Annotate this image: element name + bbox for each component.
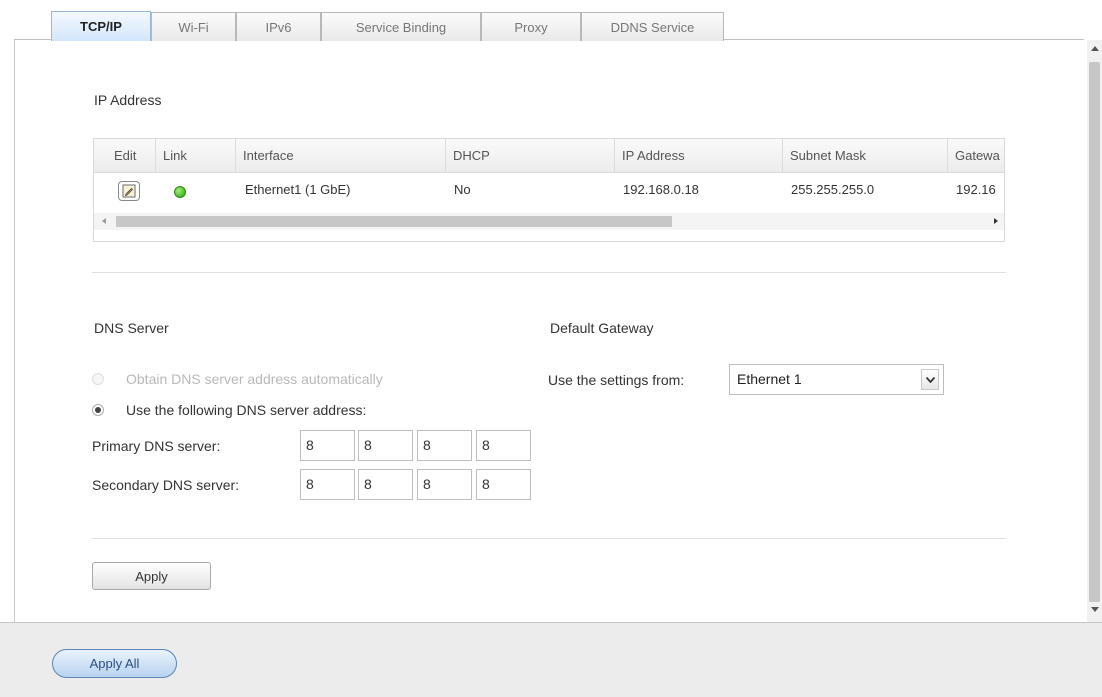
content-frame <box>14 0 1084 622</box>
dns-server-heading: DNS Server <box>94 320 169 336</box>
dns-auto-option: Obtain DNS server address automatically <box>92 371 383 387</box>
gateway-select-value: Ethernet 1 <box>737 371 802 387</box>
primary-dns-octet-4[interactable]: 8 <box>476 430 531 461</box>
ip-address-table: Edit Link Interface DHCP IP Address Subn… <box>93 138 1005 242</box>
link-status-icon <box>174 186 186 198</box>
column-header-edit: Edit <box>114 148 137 163</box>
tab-label: TCP/IP <box>80 19 122 34</box>
tab-label: Wi-Fi <box>178 19 209 35</box>
edit-button[interactable] <box>118 181 140 201</box>
tab-ddns-service[interactable]: DDNS Service <box>581 12 724 41</box>
dns-manual-label: Use the following DNS server address: <box>126 402 367 418</box>
primary-dns-octet-2[interactable]: 8 <box>358 430 413 461</box>
tab-bar: TCP/IP Wi-Fi IPv6 Service Binding Proxy … <box>14 0 1084 41</box>
scrollbar-thumb[interactable] <box>1089 62 1100 602</box>
dns-auto-label: Obtain DNS server address automatically <box>126 371 383 387</box>
use-settings-label: Use the settings from: <box>548 372 685 388</box>
secondary-dns-label: Secondary DNS server: <box>92 477 240 493</box>
gateway-interface-select[interactable]: Ethernet 1 <box>729 364 944 395</box>
tab-label: IPv6 <box>265 19 292 35</box>
tab-ipv6[interactable]: IPv6 <box>236 12 321 41</box>
tab-proxy[interactable]: Proxy <box>481 12 581 41</box>
tab-label: Service Binding <box>355 19 447 35</box>
tab-wifi[interactable]: Wi-Fi <box>151 12 236 41</box>
secondary-dns-octet-1[interactable]: 8 <box>300 469 355 500</box>
secondary-dns-octet-3[interactable]: 8 <box>417 469 472 500</box>
secondary-dns-octet-4[interactable]: 8 <box>476 469 531 500</box>
column-header-gateway: Gatewa <box>947 139 1000 173</box>
secondary-dns-octet-2[interactable]: 8 <box>358 469 413 500</box>
column-header-link: Link <box>155 139 187 173</box>
scroll-left-icon[interactable] <box>102 218 106 224</box>
section-divider <box>92 272 1006 273</box>
apply-all-button[interactable]: Apply All <box>52 649 177 678</box>
column-header-interface: Interface <box>235 139 294 173</box>
default-gateway-heading: Default Gateway <box>550 320 654 336</box>
dns-manual-option[interactable]: Use the following DNS server address: <box>92 402 366 418</box>
primary-dns-label: Primary DNS server: <box>92 438 221 454</box>
dns-auto-radio <box>92 373 104 385</box>
tab-label: Proxy <box>514 19 548 35</box>
primary-dns-octet-3[interactable]: 8 <box>417 430 472 461</box>
primary-dns-octet-1[interactable]: 8 <box>300 430 355 461</box>
section-divider <box>92 538 1006 539</box>
cell-gateway: 192.16 <box>956 182 996 197</box>
ip-address-heading: IP Address <box>94 92 162 108</box>
cell-ip-address: 192.168.0.18 <box>623 182 699 197</box>
column-header-subnet-mask: Subnet Mask <box>782 139 866 173</box>
cell-subnet-mask: 255.255.255.0 <box>791 182 875 197</box>
cell-dhcp: No <box>454 182 471 197</box>
pencil-icon <box>122 184 136 198</box>
horizontal-scrollbar[interactable] <box>94 213 1004 230</box>
scroll-down-icon[interactable] <box>1091 607 1099 612</box>
apply-button[interactable]: Apply <box>92 562 211 590</box>
dns-manual-radio[interactable] <box>92 404 104 416</box>
scroll-right-icon[interactable] <box>994 218 998 224</box>
vertical-scrollbar[interactable] <box>1087 40 1102 622</box>
scroll-up-icon[interactable] <box>1091 46 1099 51</box>
scrollbar-thumb[interactable] <box>116 216 672 227</box>
tab-service-binding[interactable]: Service Binding <box>321 12 481 41</box>
cell-interface: Ethernet1 (1 GbE) <box>245 182 351 197</box>
tab-label: DDNS Service <box>610 19 695 35</box>
chevron-down-icon[interactable] <box>921 369 939 390</box>
column-header-ip-address: IP Address <box>614 139 685 173</box>
tab-tcp-ip[interactable]: TCP/IP <box>51 11 151 41</box>
column-header-dhcp: DHCP <box>445 139 490 173</box>
table-header: Edit Link Interface DHCP IP Address Subn… <box>94 139 1004 173</box>
footer-bar: Apply All <box>0 622 1102 697</box>
